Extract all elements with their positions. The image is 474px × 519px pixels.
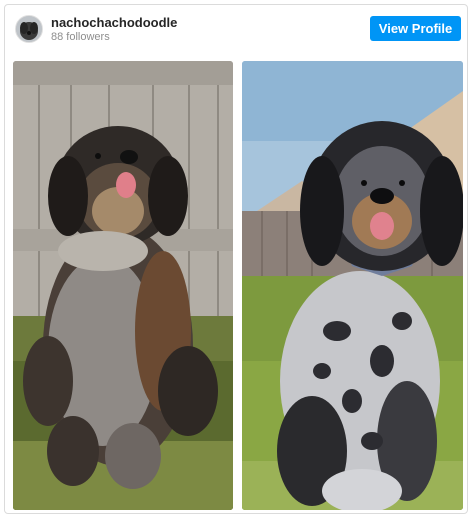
dog-photo-merle[interactable] xyxy=(242,61,463,510)
dog-photo-fence[interactable] xyxy=(13,61,233,510)
profile-username[interactable]: nachochachodoodle xyxy=(51,15,177,30)
view-profile-button[interactable]: View Profile xyxy=(370,16,461,41)
post-header: nachochachodoodle 88 followers View Prof… xyxy=(5,5,467,53)
dog-avatar-icon xyxy=(16,16,42,42)
profile-avatar[interactable] xyxy=(15,15,43,43)
follower-count: 88 followers xyxy=(51,31,110,43)
dog-fence-image xyxy=(13,61,233,510)
post-card: nachochachodoodle 88 followers View Prof… xyxy=(4,4,468,514)
dog-merle-image xyxy=(242,61,463,510)
